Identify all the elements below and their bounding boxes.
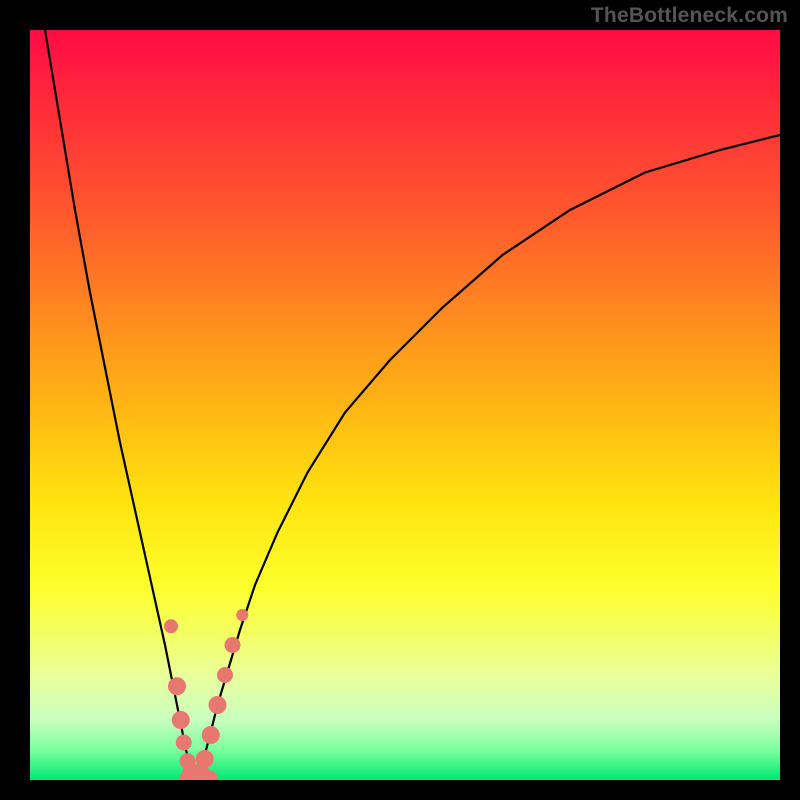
data-marker bbox=[164, 619, 178, 633]
data-marker bbox=[172, 711, 190, 729]
curve-right-branch bbox=[195, 135, 780, 780]
plot-area bbox=[30, 30, 780, 780]
data-marker bbox=[168, 677, 186, 695]
chart-svg bbox=[30, 30, 780, 780]
data-marker bbox=[209, 696, 227, 714]
curve-left-branch bbox=[45, 30, 195, 780]
watermark-text: TheBottleneck.com bbox=[591, 4, 788, 28]
data-markers bbox=[164, 609, 248, 780]
data-marker bbox=[236, 609, 248, 621]
data-marker bbox=[202, 726, 220, 744]
data-marker bbox=[217, 667, 233, 683]
data-marker bbox=[225, 637, 241, 653]
data-marker bbox=[196, 750, 214, 768]
data-marker bbox=[176, 735, 192, 751]
